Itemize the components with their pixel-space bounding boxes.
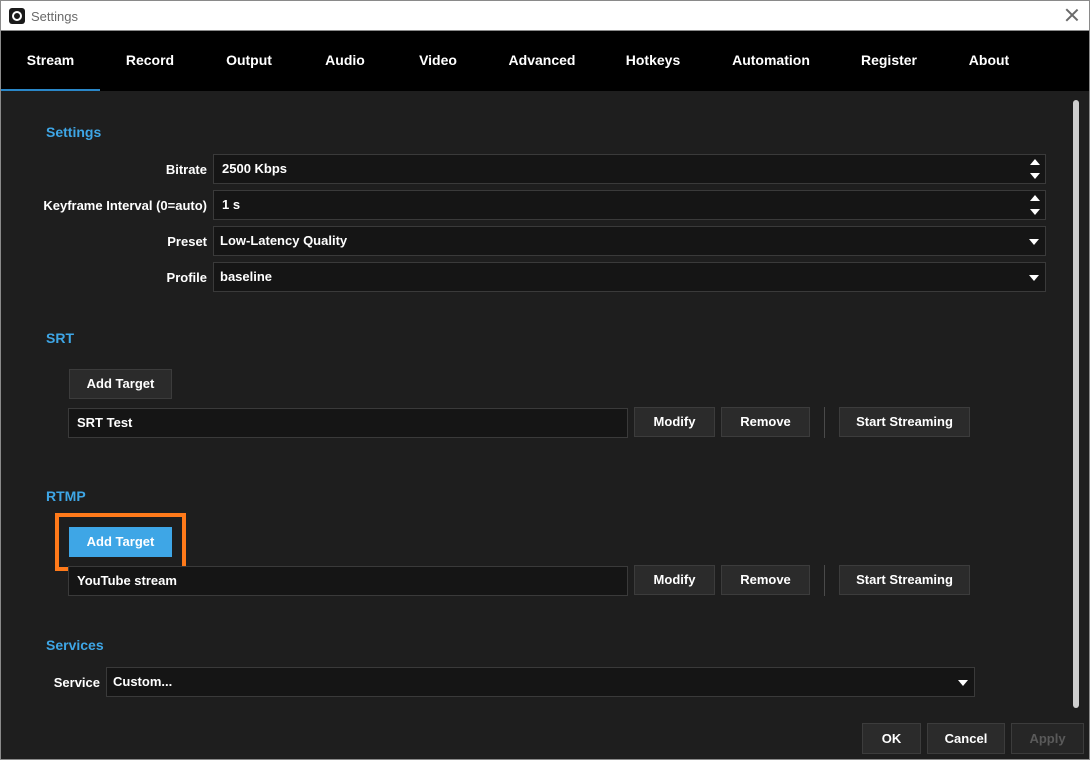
tab-video[interactable]: Video	[401, 31, 475, 91]
divider	[824, 407, 825, 438]
title-bar: Settings	[0, 0, 1090, 31]
tab-about[interactable]: About	[954, 31, 1024, 91]
rtmp-target-field[interactable]: YouTube stream	[68, 566, 628, 596]
chevron-down-icon	[1029, 239, 1039, 245]
srt-remove-button[interactable]: Remove	[721, 407, 810, 437]
tab-record[interactable]: Record	[107, 31, 193, 91]
tab-stream[interactable]: Stream	[1, 31, 100, 91]
close-icon[interactable]	[1063, 6, 1081, 24]
service-label: Service	[53, 675, 100, 690]
srt-add-target-button[interactable]: Add Target	[69, 369, 172, 399]
keyframe-interval-value: 1 s	[222, 197, 241, 212]
chevron-down-icon	[958, 680, 968, 686]
window-title: Settings	[31, 9, 78, 24]
keyframe-interval-label: Keyframe Interval (0=auto)	[43, 198, 207, 213]
tab-audio[interactable]: Audio	[308, 31, 382, 91]
rtmp-start-streaming-button[interactable]: Start Streaming	[839, 565, 970, 595]
app-logo-icon	[9, 8, 25, 24]
rtmp-target-name: YouTube stream	[77, 573, 177, 588]
srt-start-streaming-button[interactable]: Start Streaming	[839, 407, 970, 437]
bitrate-input[interactable]: 2500 Kbps	[213, 154, 1046, 184]
scrollbar-thumb[interactable]	[1073, 100, 1079, 708]
bitrate-value: 2500 Kbps	[222, 161, 288, 176]
tab-output[interactable]: Output	[208, 31, 290, 91]
rtmp-section-title: RTMP	[46, 488, 86, 504]
rtmp-modify-button[interactable]: Modify	[634, 565, 715, 595]
tab-hotkeys[interactable]: Hotkeys	[611, 31, 695, 91]
preset-dropdown[interactable]: Low-Latency Quality	[213, 226, 1046, 256]
srt-target-name: SRT Test	[77, 415, 133, 430]
spin-down-icon[interactable]	[1030, 173, 1040, 179]
tab-advanced[interactable]: Advanced	[497, 31, 587, 91]
service-value: Custom...	[113, 674, 173, 689]
keyframe-interval-input[interactable]: 1 s	[213, 190, 1046, 220]
divider	[824, 565, 825, 596]
spin-down-icon[interactable]	[1030, 209, 1040, 215]
services-section-title: Services	[46, 637, 104, 653]
rtmp-add-target-button[interactable]: Add Target	[69, 527, 172, 557]
profile-label: Profile	[166, 270, 207, 285]
profile-dropdown[interactable]: baseline	[213, 262, 1046, 292]
apply-button[interactable]: Apply	[1011, 723, 1084, 754]
spin-up-icon[interactable]	[1030, 195, 1040, 201]
profile-value: baseline	[220, 269, 273, 284]
tab-register[interactable]: Register	[850, 31, 928, 91]
settings-section-title: Settings	[46, 124, 102, 140]
rtmp-remove-button[interactable]: Remove	[721, 565, 810, 595]
chevron-down-icon	[1029, 275, 1039, 281]
bitrate-label: Bitrate	[165, 162, 207, 177]
spin-up-icon[interactable]	[1030, 159, 1040, 165]
srt-target-field[interactable]: SRT Test	[68, 408, 628, 438]
tab-automation[interactable]: Automation	[720, 31, 822, 91]
service-dropdown[interactable]: Custom...	[106, 667, 975, 697]
tab-bar: Stream Record Output Audio Video Advance…	[0, 31, 1090, 91]
preset-value: Low-Latency Quality	[220, 233, 348, 248]
ok-button[interactable]: OK	[862, 723, 921, 754]
preset-label: Preset	[167, 234, 207, 249]
srt-section-title: SRT	[46, 330, 74, 346]
srt-modify-button[interactable]: Modify	[634, 407, 715, 437]
cancel-button[interactable]: Cancel	[927, 723, 1005, 754]
